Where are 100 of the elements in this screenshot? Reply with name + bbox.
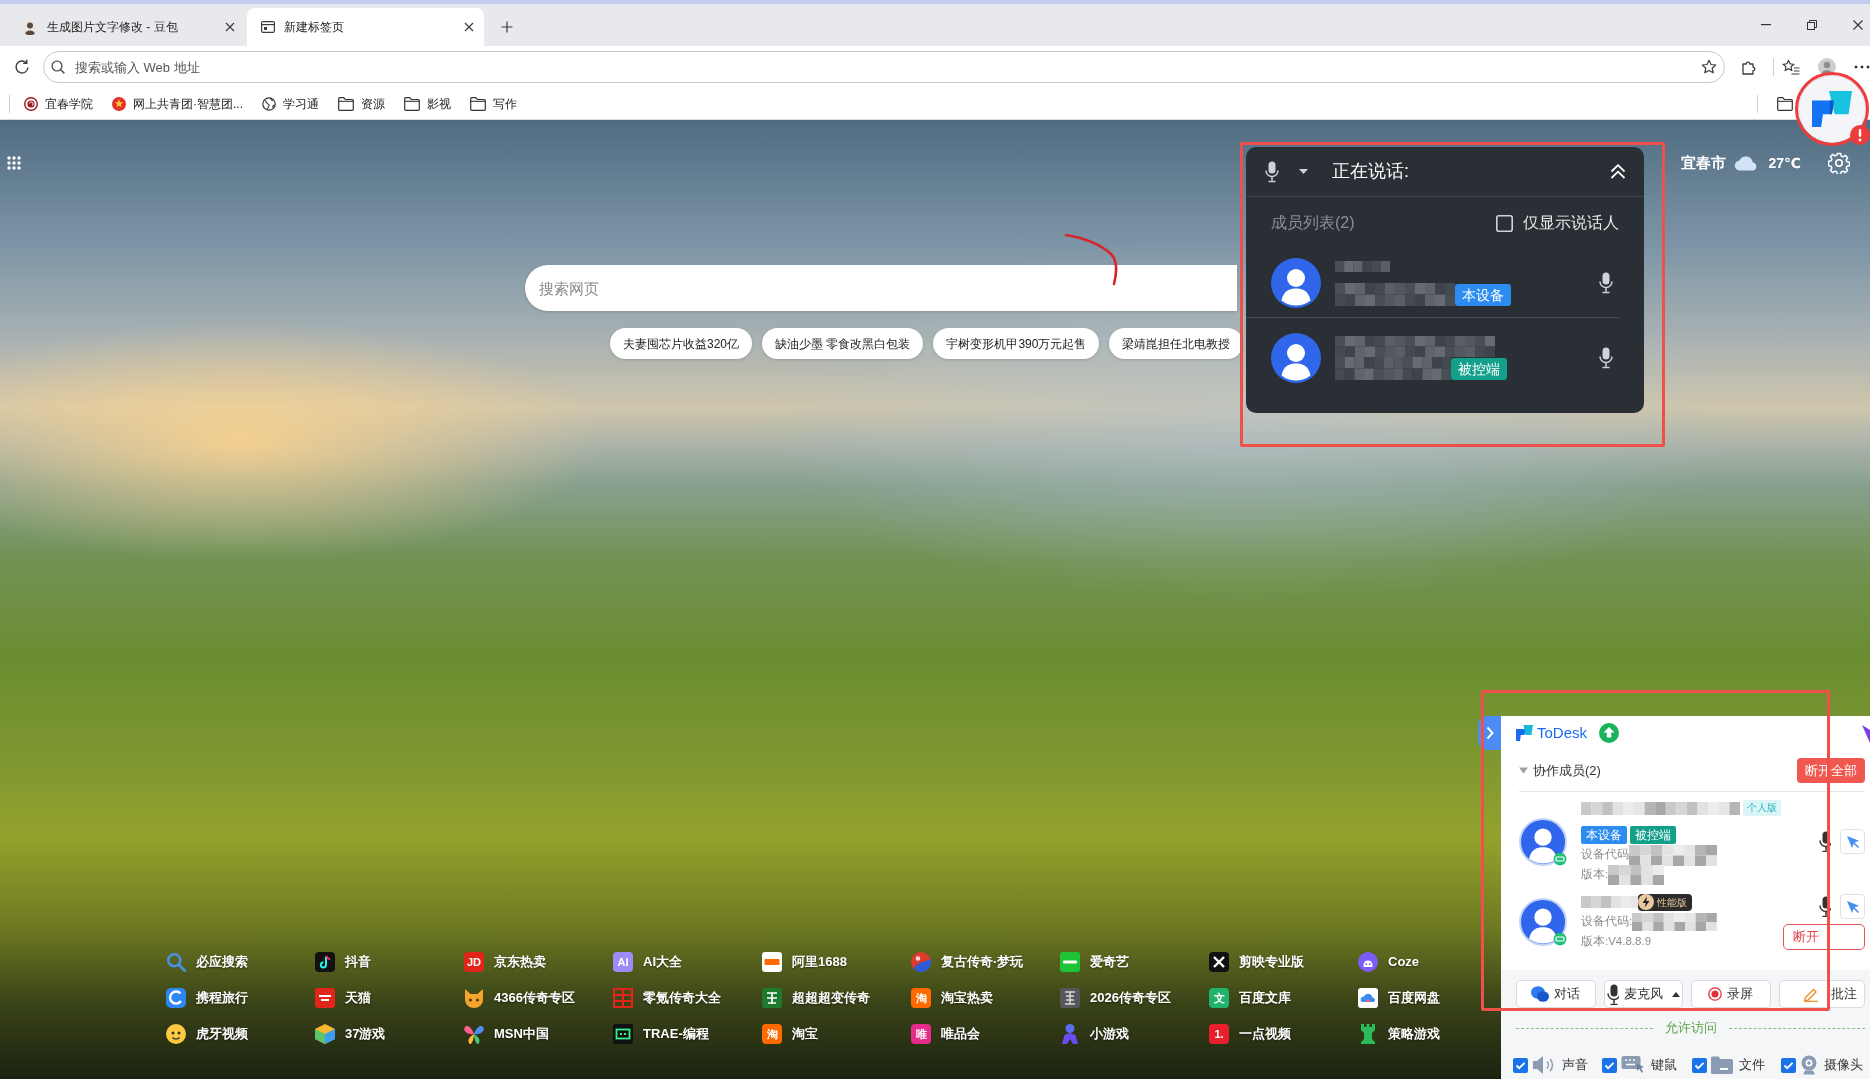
address-field[interactable]: 搜索或输入 Web 地址	[42, 51, 1726, 83]
quick-link[interactable]: 文 百度文库	[1209, 986, 1291, 1010]
quick-link[interactable]: 剪映专业版	[1209, 950, 1304, 974]
bookmark[interactable]: 写作	[470, 94, 517, 113]
search-field[interactable]: 搜索网页	[525, 265, 1237, 311]
role-tag: 被控端	[1630, 826, 1676, 844]
disconnect-button[interactable]: 断开	[1783, 924, 1865, 950]
close-icon[interactable]	[1853, 20, 1863, 30]
quick-link[interactable]: 零氪传奇大全	[613, 986, 721, 1010]
permission-label: 声音	[1562, 1056, 1588, 1075]
tile-icon	[762, 988, 782, 1008]
apps-grid-icon[interactable]	[7, 156, 21, 170]
glyph-icon	[1060, 988, 1080, 1008]
puzzle-icon[interactable]	[1741, 59, 1758, 75]
emblem-icon	[24, 96, 38, 111]
profile-icon[interactable]	[1818, 58, 1837, 76]
plus-icon[interactable]	[501, 21, 513, 33]
microphone-button[interactable]: 麦克风	[1603, 980, 1683, 1008]
quick-link[interactable]: 4366传奇专区	[464, 986, 575, 1010]
quick-link[interactable]: 淘 淘宝	[762, 1022, 818, 1046]
annotate-button[interactable]: 批注	[1778, 980, 1865, 1008]
restore-icon[interactable]	[1807, 20, 1817, 30]
role-tag: 本设备	[1581, 826, 1627, 844]
folder-icon	[470, 96, 486, 111]
webcam-icon	[1799, 1055, 1818, 1075]
pointer-button[interactable]	[1840, 894, 1865, 919]
star-icon[interactable]	[1701, 59, 1718, 75]
quick-link[interactable]: 爱奇艺	[1060, 950, 1129, 974]
checkbox-label: 仅显示说话人	[1523, 213, 1619, 233]
alert-icon	[1850, 125, 1870, 145]
member-list-label: 成员列表(2)	[1271, 213, 1355, 233]
quick-link[interactable]: 抖音	[315, 950, 371, 974]
quick-link[interactable]: 唯 唯品会	[911, 1022, 980, 1046]
record-icon	[1708, 987, 1723, 1001]
upgrade-icon[interactable]	[1599, 723, 1620, 743]
section-label: 允许访问	[1664, 1019, 1717, 1038]
favorites-icon[interactable]	[1782, 59, 1801, 75]
quick-link[interactable]: 阿里1688	[762, 950, 847, 974]
quick-link[interactable]: 虎牙视频	[166, 1022, 248, 1046]
quick-link[interactable]: JD 京东热卖	[464, 950, 546, 974]
quick-link[interactable]: 百度网盘	[1358, 986, 1440, 1010]
trending-topic[interactable]: 宇树变形机甲390万元起售	[933, 328, 1100, 359]
quick-link[interactable]: TRAE-编程	[613, 1022, 709, 1046]
caret-icon[interactable]	[1299, 169, 1308, 174]
bookmark[interactable]: 学习通	[262, 94, 319, 113]
quick-link[interactable]: 2026传奇专区	[1060, 986, 1171, 1010]
tile-icon	[1060, 952, 1080, 972]
quick-link[interactable]: 天猫	[315, 986, 371, 1010]
quick-link[interactable]: 1. 一点视频	[1209, 1022, 1291, 1046]
permission-label: 键鼠	[1651, 1056, 1678, 1075]
quick-link[interactable]: 小游戏	[1060, 1022, 1129, 1046]
microphone-icon[interactable]	[1599, 347, 1613, 369]
close-icon[interactable]	[464, 22, 474, 32]
quick-link[interactable]: 必应搜索	[166, 950, 248, 974]
quick-link[interactable]: 策略游戏	[1358, 1022, 1440, 1046]
logo-icon: AI	[613, 952, 633, 972]
quick-link[interactable]: 超超超变传奇	[762, 986, 870, 1010]
side-handle[interactable]	[1478, 716, 1501, 750]
close-icon[interactable]	[225, 22, 235, 32]
swoosh-icon	[166, 988, 186, 1008]
bookmark[interactable]: 宜春学院	[24, 94, 93, 113]
quick-link[interactable]: 携程旅行	[166, 986, 248, 1010]
checkbox[interactable]	[1496, 214, 1513, 232]
folder-icon	[404, 96, 420, 111]
record-button[interactable]: 录屏	[1691, 980, 1771, 1008]
frame-icon	[613, 1024, 633, 1044]
figure-icon	[1060, 1024, 1080, 1044]
keyboard-icon	[1621, 1055, 1646, 1075]
device-code-label: 设备代码	[1581, 847, 1629, 863]
edition-tag: 个人版	[1743, 800, 1781, 816]
microphone-icon[interactable]	[1819, 831, 1831, 852]
browser-tab[interactable]: 新建标签页	[247, 8, 484, 46]
pointer-button[interactable]	[1840, 829, 1865, 854]
chat-button[interactable]: 对话	[1516, 980, 1596, 1008]
settings-icon[interactable]	[1828, 152, 1850, 174]
cube-icon	[315, 1024, 335, 1044]
quick-link[interactable]: 复古传奇·梦玩	[911, 950, 1024, 974]
ink-stroke	[1064, 232, 1120, 286]
microphone-icon[interactable]	[1599, 272, 1613, 294]
reload-icon[interactable]	[14, 59, 30, 75]
microphone-icon[interactable]	[1819, 896, 1831, 917]
partial-shape-icon	[1862, 725, 1870, 745]
quick-link[interactable]: Coze	[1358, 950, 1420, 974]
quick-link[interactable]: 37游戏	[315, 1022, 386, 1046]
bookmark[interactable]: 资源	[338, 94, 385, 113]
more-icon[interactable]	[1854, 65, 1870, 69]
microphone-icon[interactable]	[1265, 160, 1279, 183]
quick-link[interactable]: MSN中国	[464, 1022, 549, 1046]
quick-link[interactable]: 淘 淘宝热卖	[911, 986, 993, 1010]
trending-topic[interactable]: 缺油少墨 零食改黑白包装	[762, 328, 924, 359]
quick-link[interactable]: AI AI大全	[613, 950, 682, 974]
bookmark[interactable]: 网上共青团·智慧团...	[112, 94, 243, 113]
minimize-icon[interactable]	[1761, 24, 1771, 26]
chevron-icon	[1485, 726, 1494, 740]
speaker-icon	[1532, 1055, 1556, 1075]
browser-tab[interactable]: 生成图片文字修改 - 豆包	[8, 8, 245, 46]
collapse-icon[interactable]	[1610, 164, 1626, 179]
trending-topic[interactable]: 夫妻囤芯片收益320亿	[610, 328, 753, 359]
bookmark[interactable]: 影视	[404, 94, 451, 113]
folder-icon[interactable]	[1777, 96, 1793, 111]
